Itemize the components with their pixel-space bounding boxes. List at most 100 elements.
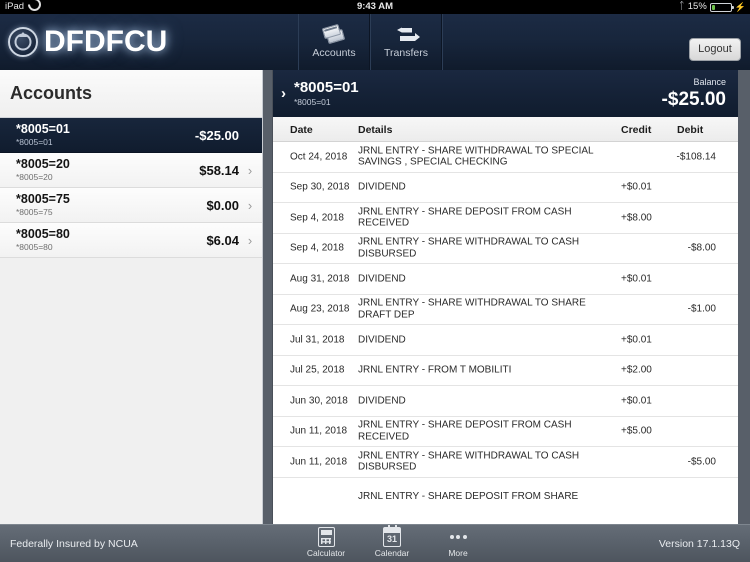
detail-account-name: *8005=01 xyxy=(294,79,359,97)
transaction-details: JRNL ENTRY - FROM T MOBILITI xyxy=(358,364,512,376)
transaction-details: JRNL ENTRY - SHARE WITHDRAWAL TO SPECIAL… xyxy=(358,145,594,168)
transaction-credit: +$0.01 xyxy=(621,395,652,407)
brand-logo: DFDFCU xyxy=(8,25,298,59)
account-item-sub: *8005=80 xyxy=(16,241,53,252)
transaction-date: Aug 23, 2018 xyxy=(290,303,350,315)
account-item-balance: $58.14 xyxy=(199,162,239,178)
account-item-sub: *8005=20 xyxy=(16,171,53,182)
transaction-row[interactable]: Sep 4, 2018 JRNL ENTRY - SHARE WITHDRAWAL… xyxy=(273,233,738,264)
version-label: Version 17.1.13Q xyxy=(658,538,740,550)
account-item-name: *8005=20 xyxy=(16,157,70,172)
calendar-icon: 31 xyxy=(383,525,401,547)
account-item-balance: $0.00 xyxy=(206,197,239,213)
toolbar-item-more[interactable]: More xyxy=(432,527,484,558)
transaction-row[interactable]: Aug 31, 2018 DIVIDEND +$0.01 xyxy=(273,264,738,295)
transaction-details: DIVIDEND xyxy=(358,334,406,345)
transaction-row[interactable]: Sep 4, 2018 JRNL ENTRY - SHARE DEPOSIT FR… xyxy=(273,203,738,234)
status-right: ᛏ 15% ⚡ xyxy=(679,0,746,14)
transaction-debit: -$8.00 xyxy=(687,242,716,254)
toolbar-item-calculator[interactable]: Calculator xyxy=(300,527,352,558)
transaction-date: Jul 25, 2018 xyxy=(290,364,345,376)
column-header-debit: Debit xyxy=(677,124,704,136)
accounts-sidebar: Accounts *8005=01*8005=01-$25.00› *8005=2… xyxy=(0,70,263,524)
tab-accounts[interactable]: Accounts xyxy=(298,14,370,70)
tab-accounts-label: Accounts xyxy=(312,46,356,59)
sidebar-header: Accounts xyxy=(0,70,262,118)
toolbar-calendar-label: Calendar xyxy=(374,548,410,558)
bottom-toolbar: Federally Insured by NCUA Calculator 31 … xyxy=(0,524,750,562)
transaction-row[interactable]: Jul 25, 2018 JRNL ENTRY - FROM T MOBILITI… xyxy=(273,355,738,386)
transaction-date: Sep 4, 2018 xyxy=(290,212,344,224)
transaction-details: DIVIDEND xyxy=(358,273,406,284)
transaction-debit: -$108.14 xyxy=(676,151,716,163)
column-header-credit: Credit xyxy=(621,124,652,136)
account-item-text: *8005=75 *8005=75 xyxy=(16,193,206,216)
balance-label: Balance xyxy=(693,77,726,87)
transaction-details: JRNL ENTRY - SHARE WITHDRAWAL TO CASH DI… xyxy=(358,236,580,260)
transaction-debit: -$5.00 xyxy=(687,456,716,468)
transaction-row[interactable]: Jun 11, 2018 JRNL ENTRY - SHARE WITHDRAWA… xyxy=(273,447,738,478)
detail-header[interactable]: › *8005=01 *8005=01 Balance -$25.00 xyxy=(273,70,738,117)
account-item-text: *8005=80 *8005=80 xyxy=(16,228,206,251)
ipad-screen: iPad 9:43 AM ᛏ 15% ⚡ DFDFCU Accounts Tra… xyxy=(0,0,750,562)
transaction-details: JRNL ENTRY - SHARE DEPOSIT FROM CASH REC… xyxy=(358,419,572,443)
charging-bolt-icon: ⚡ xyxy=(734,2,746,12)
transaction-date: Sep 30, 2018 xyxy=(290,181,350,193)
transaction-row[interactable]: Jul 31, 2018 DIVIDEND +$0.01 xyxy=(273,325,738,356)
transaction-row[interactable]: JRNL ENTRY - SHARE DEPOSIT FROM SHARE xyxy=(273,477,738,508)
account-item-text: *8005=20 *8005=20 xyxy=(16,158,199,181)
account-list-item[interactable]: *8005=01*8005=01-$25.00› xyxy=(0,118,262,153)
ncua-notice: Federally Insured by NCUA xyxy=(10,538,138,550)
transfer-arrows-icon xyxy=(396,26,420,44)
transaction-row[interactable]: Aug 23, 2018 JRNL ENTRY - SHARE WITHDRAWA… xyxy=(273,294,738,325)
transaction-row[interactable]: Jun 30, 2018 DIVIDEND +$0.01 xyxy=(273,386,738,417)
transaction-details: JRNL ENTRY - SHARE DEPOSIT FROM CASH REC… xyxy=(358,206,572,229)
transaction-credit: +$8.00 xyxy=(621,212,652,224)
detail-balance-block: Balance -$25.00 xyxy=(661,77,726,110)
transaction-date: Jun 30, 2018 xyxy=(290,395,348,407)
transaction-details: JRNL ENTRY - SHARE DEPOSIT FROM SHARE xyxy=(358,490,579,502)
transactions-list[interactable]: Oct 24, 2018 JRNL ENTRY - SHARE WITHDRAWA… xyxy=(273,142,738,524)
chevron-right-icon: › xyxy=(247,232,253,248)
sidebar-title: Accounts xyxy=(10,83,93,103)
transaction-date: Oct 24, 2018 xyxy=(290,151,348,163)
balance-value: -$25.00 xyxy=(661,89,726,110)
account-list-item[interactable]: *8005=80 *8005=80 $6.04 › xyxy=(0,223,262,258)
transaction-row[interactable]: Oct 24, 2018 JRNL ENTRY - SHARE WITHDRAWA… xyxy=(273,142,738,173)
credit-union-seal-icon xyxy=(8,27,38,57)
app-header: DFDFCU Accounts Transfers Logout xyxy=(0,14,750,70)
transaction-date: Jun 11, 2018 xyxy=(290,456,348,468)
chevron-right-icon[interactable]: › xyxy=(281,85,286,102)
tab-transfers[interactable]: Transfers xyxy=(370,14,442,70)
tab-transfers-label: Transfers xyxy=(384,46,428,59)
account-item-name: *8005=01 xyxy=(16,122,70,137)
credit-cards-icon xyxy=(321,23,346,44)
brand-name: DFDFCU xyxy=(44,25,168,58)
transaction-details: JRNL ENTRY - SHARE WITHDRAWAL TO CASH DI… xyxy=(358,450,580,473)
header-tabs: Accounts Transfers xyxy=(298,14,443,70)
toolbar-item-calendar[interactable]: 31 Calendar xyxy=(366,525,418,558)
ios-status-bar: iPad 9:43 AM ᛏ 15% ⚡ xyxy=(0,0,750,14)
bluetooth-icon: ᛏ xyxy=(678,1,685,12)
account-list-item[interactable]: *8005=75 *8005=75 $0.00 › xyxy=(0,188,262,223)
battery-percent-label: 15% xyxy=(687,1,707,12)
chevron-right-icon: › xyxy=(247,162,253,178)
toolbar-actions: Calculator 31 Calendar More xyxy=(300,525,484,558)
battery-icon xyxy=(709,2,734,12)
account-item-name: *8005=80 xyxy=(16,227,70,242)
detail-account-sub: *8005=01 xyxy=(294,96,331,107)
account-list-item[interactable]: *8005=20 *8005=20 $58.14 › xyxy=(0,153,262,188)
logout-button[interactable]: Logout xyxy=(689,38,741,61)
calendar-day-number: 31 xyxy=(386,533,397,544)
transaction-details: DIVIDEND xyxy=(358,181,406,193)
transaction-row[interactable]: Jun 11, 2018 JRNL ENTRY - SHARE DEPOSIT F… xyxy=(273,416,738,447)
account-item-sub: *8005=01 xyxy=(16,136,53,147)
account-list: *8005=01*8005=01-$25.00› *8005=20*8005=20… xyxy=(0,118,262,258)
transaction-row[interactable]: Sep 30, 2018 DIVIDEND +$0.01 xyxy=(273,172,738,203)
column-header-date: Date xyxy=(290,124,313,136)
column-header-details: Details xyxy=(358,124,393,136)
account-item-sub: *8005=75 xyxy=(16,206,53,217)
chevron-right-icon: › xyxy=(247,197,253,213)
toolbar-calculator-label: Calculator xyxy=(306,548,346,558)
transaction-credit: +$0.01 xyxy=(621,273,652,285)
